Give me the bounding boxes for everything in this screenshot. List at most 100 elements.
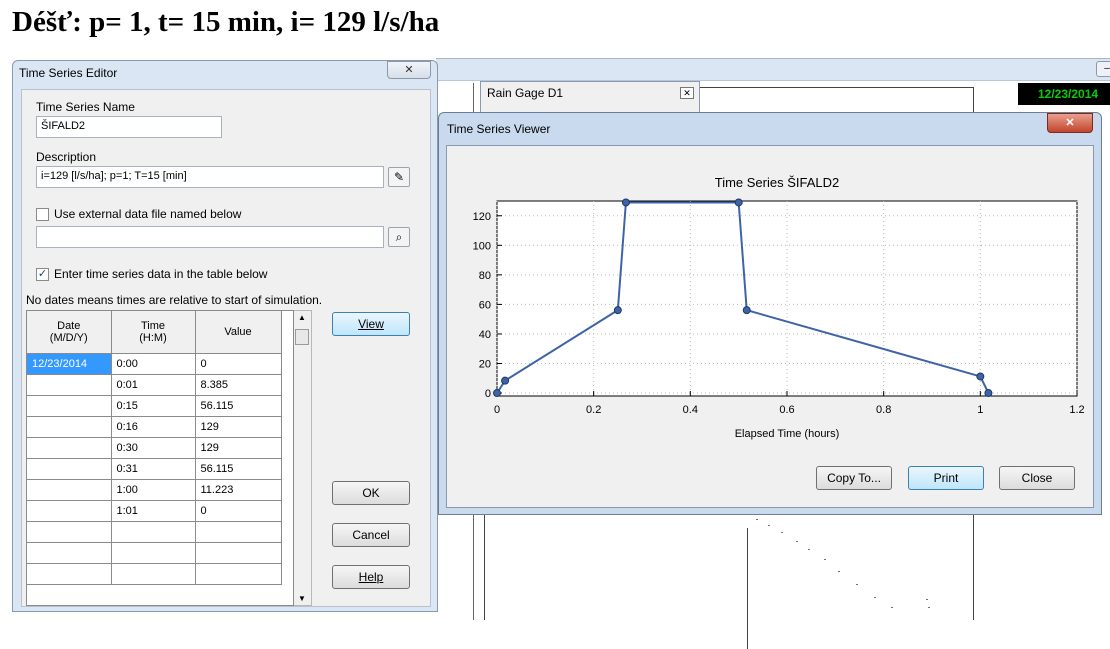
table-cell-date[interactable]: 12/23/2014	[27, 353, 112, 375]
table-row[interactable]: 12/23/2014 0:00 0	[27, 353, 282, 375]
table-cell-date[interactable]	[27, 374, 112, 396]
y-tick-label: 60	[479, 299, 491, 311]
chart-title: Time Series ŠIFALD2	[715, 175, 840, 190]
page-heading: Déšť: p= 1, t= 15 min, i= 129 l/s/ha	[12, 6, 440, 38]
table-cell-value[interactable]	[195, 542, 282, 564]
map-divider	[747, 528, 748, 649]
y-tick-label: 80	[479, 270, 491, 282]
table-row[interactable]: 0:15 56.115	[27, 395, 282, 417]
table-row[interactable]: 1:00 11.223	[27, 479, 282, 501]
table-cell-value[interactable]: 56.115	[195, 458, 282, 480]
table-cell-time[interactable]: 1:00	[111, 479, 196, 501]
table-cell-date[interactable]	[27, 563, 112, 585]
column-header-time: Time (H:M)	[111, 311, 196, 354]
time-series-editor-dialog: Time Series Editor ✕ Time Series Name ŠI…	[12, 60, 438, 612]
data-point	[984, 389, 993, 398]
table-cell-time[interactable]: 0:30	[111, 437, 196, 459]
binoculars-icon: ⌕	[395, 230, 403, 244]
table-cell-date[interactable]	[27, 416, 112, 438]
table-row[interactable]	[27, 542, 282, 564]
table-cell-value[interactable]: 129	[195, 437, 282, 459]
table-cell-time[interactable]: 0:31	[111, 458, 196, 480]
data-point	[493, 389, 501, 398]
viewer-body: Time Series ŠIFALD2 0 0.2 0.4 0.6 0.8 1 1.2 0 20…	[446, 145, 1094, 508]
time-series-chart: Time Series ŠIFALD2 0 0.2 0.4 0.6 0.8 1 1.2 0 20…	[473, 175, 1085, 440]
table-cell-time[interactable]	[111, 521, 196, 543]
browse-file-button[interactable]: ⌕	[388, 227, 410, 247]
table-cell-date[interactable]	[27, 479, 112, 501]
copy-to-button[interactable]: Copy To...	[816, 466, 892, 490]
table-cell-value[interactable]: 0	[195, 500, 282, 522]
data-point	[613, 306, 622, 315]
table-cell-time[interactable]: 0:00	[111, 353, 196, 375]
table-cell-time[interactable]: 0:01	[111, 374, 196, 396]
y-tick-label: 120	[473, 211, 491, 223]
data-point	[976, 372, 985, 381]
cancel-button[interactable]: Cancel	[332, 523, 410, 547]
background-titlebar: –	[436, 59, 1110, 81]
table-cell-date[interactable]	[27, 458, 112, 480]
table-cell-time[interactable]: 0:16	[111, 416, 196, 438]
table-scrollbar[interactable]: ▲ ▼	[294, 310, 312, 606]
relative-times-note: No dates means times are relative to sta…	[26, 293, 323, 307]
y-tick-label: 40	[479, 329, 491, 341]
column-header-date: Date (M/D/Y)	[27, 311, 112, 354]
viewer-close-dialog-button[interactable]: Close	[999, 466, 1075, 490]
external-file-checkbox[interactable]	[36, 208, 49, 221]
table-cell-value[interactable]: 11.223	[195, 479, 282, 501]
scroll-up-icon[interactable]: ▲	[294, 313, 310, 322]
table-row[interactable]: 0:30 129	[27, 437, 282, 459]
table-cell-value[interactable]	[195, 563, 282, 585]
table-cell-date[interactable]	[27, 395, 112, 417]
table-cell-date[interactable]	[27, 500, 112, 522]
ok-button[interactable]: OK	[332, 481, 410, 505]
table-cell-time[interactable]	[111, 542, 196, 564]
viewer-close-button[interactable]: ✕	[1047, 113, 1093, 133]
close-icon[interactable]: ✕	[680, 87, 694, 99]
editor-title: Time Series Editor	[19, 66, 118, 80]
table-cell-value[interactable]: 129	[195, 416, 282, 438]
table-cell-time[interactable]: 1:01	[111, 500, 196, 522]
table-cell-date[interactable]	[27, 437, 112, 459]
table-row[interactable]: 1:01 0	[27, 500, 282, 522]
scroll-down-icon[interactable]: ▼	[294, 594, 310, 603]
column-header-value: Value	[195, 311, 282, 354]
table-cell-value[interactable]: 56.115	[195, 395, 282, 417]
editor-close-button[interactable]: ✕	[387, 61, 431, 79]
table-cell-date[interactable]	[27, 521, 112, 543]
help-button[interactable]: Help	[332, 565, 410, 589]
table-row[interactable]: 0:01 8.385	[27, 374, 282, 396]
table-cell-date[interactable]	[27, 542, 112, 564]
rain-gage-title: Rain Gage D1	[487, 86, 564, 100]
external-file-label: Use external data file named below	[54, 207, 242, 221]
table-row[interactable]	[27, 521, 282, 543]
close-icon: ✕	[404, 64, 414, 76]
table-cell-time[interactable]	[111, 563, 196, 585]
table-row[interactable]: 0:16 129	[27, 416, 282, 438]
table-cell-value[interactable]	[195, 521, 282, 543]
data-point	[742, 306, 751, 315]
description-label: Description	[36, 150, 97, 164]
view-button[interactable]: View	[332, 312, 410, 336]
x-tick-label: 0.2	[586, 404, 601, 416]
table-row[interactable]: 0:31 56.115	[27, 458, 282, 480]
time-series-viewer-dialog: Time Series Viewer ✕ Time Series ŠIFALD2…	[438, 112, 1102, 515]
edit-description-button[interactable]: ✎	[388, 167, 410, 187]
x-tick-label: 0	[494, 404, 500, 416]
x-tick-label: 0.4	[683, 404, 698, 416]
scroll-thumb[interactable]	[295, 329, 309, 345]
x-tick-label: 0.6	[779, 404, 794, 416]
table-row[interactable]	[27, 563, 282, 585]
minimize-button[interactable]: –	[1096, 61, 1110, 77]
table-cell-value[interactable]: 0	[195, 353, 282, 375]
table-cell-time[interactable]: 0:15	[111, 395, 196, 417]
time-series-table[interactable]: Date (M/D/Y) Time (H:M) Value 12/23/2014 0:…	[26, 310, 294, 606]
viewer-title: Time Series Viewer	[447, 122, 551, 136]
table-cell-value[interactable]: 8.385	[195, 374, 282, 396]
table-data-checkbox[interactable]: ✓	[36, 268, 49, 281]
series-name-input[interactable]: ŠIFALD2	[36, 116, 222, 138]
date-display: 12/23/2014	[1018, 83, 1110, 105]
external-file-input[interactable]	[36, 226, 384, 248]
description-input[interactable]: i=129 [l/s/ha]; p=1; T=15 [min]	[36, 166, 384, 188]
print-button[interactable]: Print	[908, 466, 984, 490]
